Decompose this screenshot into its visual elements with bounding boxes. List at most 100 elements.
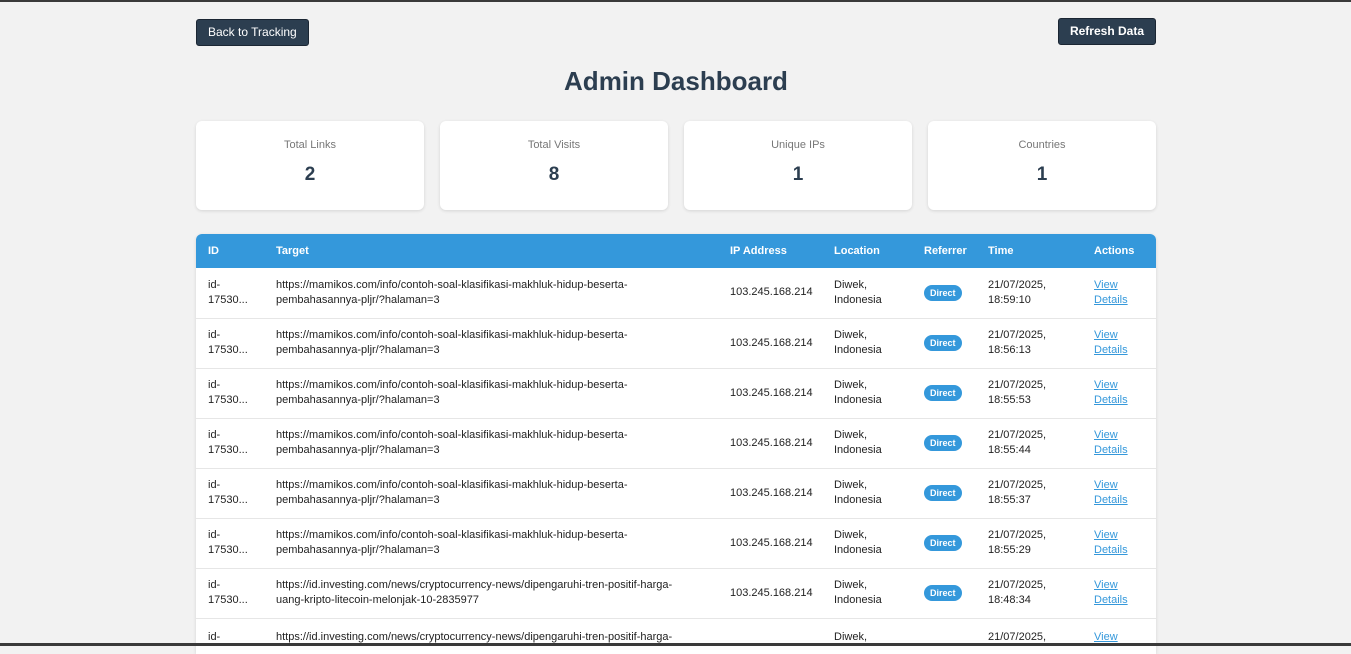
cell-id-line: 17530... bbox=[208, 444, 248, 456]
table-row: id- 17530... https://mamikos.com/info/con… bbox=[196, 318, 1156, 369]
cell-referrer: Direct bbox=[912, 318, 976, 369]
link-text: Details bbox=[1094, 444, 1128, 456]
cell-id: id- 17530... bbox=[196, 568, 264, 619]
link-text: Details bbox=[1094, 544, 1128, 556]
view-details-link[interactable]: View Details bbox=[1094, 529, 1128, 556]
cell-target-line: https://mamikos.com/info/contoh-soal-kla… bbox=[276, 329, 628, 341]
link-text: View bbox=[1094, 579, 1118, 591]
cell-referrer: Direct bbox=[912, 368, 976, 419]
cell-time-line: 21/07/2025, bbox=[988, 579, 1047, 591]
cell-location: Diwek, Indonesia bbox=[822, 268, 912, 319]
column-header-location[interactable]: Location bbox=[822, 234, 912, 268]
back-to-tracking-button[interactable]: Back to Tracking bbox=[196, 19, 309, 46]
cell-ip: 103.245.168.214 bbox=[718, 518, 822, 569]
column-header-time[interactable]: Time bbox=[976, 234, 1082, 268]
cell-actions: View Details bbox=[1082, 568, 1156, 619]
column-header-target[interactable]: Target bbox=[264, 234, 718, 268]
cell-target-line: pembahasannya-pljr/?halaman=3 bbox=[276, 494, 440, 506]
refresh-data-button[interactable]: Refresh Data bbox=[1057, 18, 1156, 45]
cell-target-line: https://mamikos.com/info/contoh-soal-kla… bbox=[276, 529, 628, 541]
cell-id: id- 17530... bbox=[196, 468, 264, 519]
cell-ip: 103.245.168.214 bbox=[718, 418, 822, 469]
column-header-referrer[interactable]: Referrer bbox=[912, 234, 976, 268]
link-text: Details bbox=[1094, 594, 1128, 606]
cell-ip: 103.245.168.214 bbox=[718, 568, 822, 619]
cell-referrer: Direct bbox=[912, 468, 976, 519]
cell-id-line: id- bbox=[208, 429, 221, 441]
view-details-link[interactable]: View bbox=[1094, 631, 1118, 643]
stat-label: Countries bbox=[1018, 139, 1066, 151]
cell-actions: View Details bbox=[1082, 368, 1156, 419]
cell-target-line: https://id.investing.com/news/cryptocurr… bbox=[276, 630, 673, 643]
cell-location-line: Diwek, bbox=[834, 379, 868, 391]
stat-label: Unique IPs bbox=[771, 139, 825, 151]
cell-time-line: 21/07/2025, bbox=[988, 479, 1047, 491]
view-details-link[interactable]: View Details bbox=[1094, 279, 1128, 306]
view-details-link[interactable]: View Details bbox=[1094, 379, 1128, 406]
cell-target: https://mamikos.com/info/contoh-soal-kla… bbox=[264, 468, 718, 519]
link-text: View bbox=[1094, 278, 1118, 291]
cell-id-line: 17530... bbox=[208, 594, 248, 606]
table-row: id- 17530... https://id.investing.com/new… bbox=[196, 568, 1156, 619]
stat-card-unique-ips: Unique IPs 1 bbox=[684, 121, 912, 210]
cell-time: 21/07/2025, 18:55:53 bbox=[976, 368, 1082, 419]
link-text: Details bbox=[1094, 394, 1128, 406]
stat-value: 1 bbox=[792, 164, 804, 185]
table-row: id- 17530... https://mamikos.com/info/con… bbox=[196, 518, 1156, 569]
cell-referrer: Direct bbox=[912, 568, 976, 619]
link-text: Details bbox=[1094, 293, 1128, 306]
cell-target-line: pembahasannya-pljr/?halaman=3 bbox=[276, 444, 440, 456]
cell-time-line: 21/07/2025, bbox=[988, 278, 1047, 291]
cell-location-line: Indonesia bbox=[834, 444, 882, 456]
cell-time-line: 21/07/2025, bbox=[988, 529, 1047, 541]
cell-time-line: 18:55:29 bbox=[988, 544, 1031, 556]
cell-location-line: Indonesia bbox=[834, 394, 882, 406]
view-details-link[interactable]: View Details bbox=[1094, 329, 1128, 356]
cell-time-line: 21/07/2025, bbox=[988, 329, 1047, 341]
cell-id: id- 17530... bbox=[196, 268, 264, 319]
cell-location-line: Indonesia bbox=[834, 293, 882, 306]
cell-target: https://id.investing.com/news/cryptocurr… bbox=[264, 618, 718, 654]
cell-location: Diwek, Indonesia bbox=[822, 368, 912, 419]
column-header-id[interactable]: ID bbox=[196, 234, 264, 268]
cell-id: id- 17530... bbox=[196, 368, 264, 419]
link-text: View bbox=[1094, 479, 1118, 491]
cell-target-line: https://mamikos.com/info/contoh-soal-kla… bbox=[276, 429, 628, 441]
cell-id-line: 17530... bbox=[208, 344, 248, 356]
cell-time-line: 18:59:10 bbox=[988, 293, 1031, 306]
link-text: Details bbox=[1094, 494, 1128, 506]
cell-time-line: 21/07/2025, bbox=[988, 630, 1047, 643]
column-header-ip-address[interactable]: IP Address bbox=[718, 234, 822, 268]
table-row: id- 17530... https://mamikos.com/info/con… bbox=[196, 418, 1156, 469]
cell-target-line: uang-kripto-litecoin-melonjak-10-2835977 bbox=[276, 594, 480, 606]
stat-value: 8 bbox=[548, 164, 560, 185]
table-body: id- 17530... https://mamikos.com/info/con… bbox=[196, 268, 1156, 654]
view-details-link[interactable]: View Details bbox=[1094, 429, 1128, 456]
page-title: Admin Dashboard bbox=[564, 66, 788, 96]
cell-id: id- bbox=[196, 618, 264, 654]
cell-target-line: https://mamikos.com/info/contoh-soal-kla… bbox=[276, 479, 628, 491]
cell-id: id- 17530... bbox=[196, 418, 264, 469]
cell-target-line: pembahasannya-pljr/?halaman=3 bbox=[276, 344, 440, 356]
view-details-link[interactable]: View Details bbox=[1094, 579, 1128, 606]
cell-time: 21/07/2025, 18:48:34 bbox=[976, 568, 1082, 619]
cell-location-line: Diwek, bbox=[834, 630, 868, 643]
cell-actions: View bbox=[1082, 618, 1156, 654]
stat-label: Total Visits bbox=[527, 139, 581, 151]
cell-id: id- 17530... bbox=[196, 518, 264, 569]
stat-card-total-links: Total Links 2 bbox=[196, 121, 424, 210]
cell-location-line: Indonesia bbox=[834, 344, 882, 356]
cell-referrer: Direct bbox=[912, 268, 976, 319]
cell-id: id- 17530... bbox=[196, 318, 264, 369]
cell-id-line: 17530... bbox=[208, 544, 248, 556]
cell-time: 21/07/2025, 18:55:37 bbox=[976, 468, 1082, 519]
cell-time-line: 18:48:34 bbox=[988, 594, 1031, 606]
referrer-badge: Direct bbox=[924, 335, 962, 351]
cell-location: Diwek, Indonesia bbox=[822, 468, 912, 519]
cell-target: https://mamikos.com/info/contoh-soal-kla… bbox=[264, 268, 718, 319]
cell-id-line: id- bbox=[208, 630, 221, 643]
cell-location-line: Indonesia bbox=[834, 544, 882, 556]
column-header-actions[interactable]: Actions bbox=[1082, 234, 1156, 268]
cell-ip: 103.245.168.214 bbox=[718, 368, 822, 419]
view-details-link[interactable]: View Details bbox=[1094, 479, 1128, 506]
